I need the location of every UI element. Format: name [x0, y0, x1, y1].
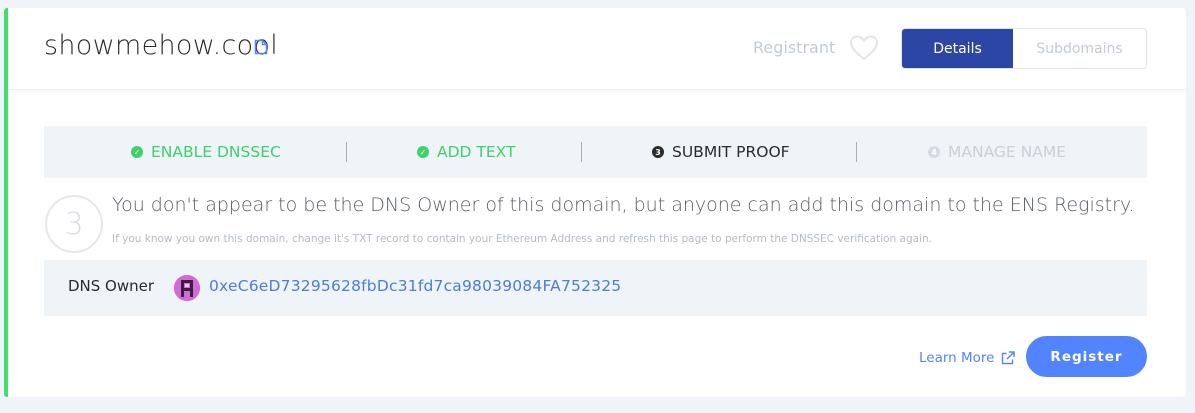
check-icon: ✓	[417, 146, 429, 158]
external-link-icon	[1001, 351, 1015, 365]
check-icon: ✓	[131, 146, 143, 158]
learn-more-label: Learn More	[919, 350, 995, 366]
copy-icon[interactable]	[254, 39, 268, 55]
step-label: MANAGE NAME	[948, 143, 1066, 161]
address-avatar-icon	[174, 275, 200, 301]
step-number-circle: 3	[45, 195, 103, 253]
tab-details[interactable]: Details	[902, 29, 1013, 68]
step-number-icon: 3	[652, 146, 664, 158]
registrant-label: Registrant	[753, 38, 836, 57]
register-button[interactable]: Register	[1026, 336, 1147, 377]
favourite-heart-icon[interactable]	[850, 35, 878, 61]
step-divider	[856, 142, 857, 162]
step-enable-dnssec: ✓ ENABLE DNSSEC	[131, 126, 281, 178]
step-divider	[581, 142, 582, 162]
dnssec-steps: ✓ ENABLE DNSSEC ✓ ADD TEXT 3 SUBMIT PROO…	[44, 126, 1147, 178]
view-toggle: Details Subdomains	[901, 28, 1147, 69]
proof-message: You don't appear to be the DNS Owner of …	[112, 194, 1135, 216]
name-details-card: showmehow.cool Registrant Details Subdom…	[4, 8, 1186, 397]
step-submit-proof: 3 SUBMIT PROOF	[652, 126, 790, 178]
dns-owner-address-link[interactable]: 0xeC6eD73295628fbDc31fd7ca98039084FA7523…	[209, 277, 621, 295]
step-manage-name: 4 MANAGE NAME	[928, 126, 1066, 178]
domain-title: showmehow.cool	[44, 30, 279, 61]
step-number-icon: 4	[928, 146, 940, 158]
step-label: SUBMIT PROOF	[672, 143, 790, 161]
proof-help-text: If you know you own this domain, change …	[112, 233, 932, 245]
step-label: ENABLE DNSSEC	[151, 143, 281, 161]
dns-owner-row: DNS Owner 0xeC6eD73295628fbDc31fd7ca9803…	[44, 260, 1147, 316]
step-divider	[346, 142, 347, 162]
learn-more-link[interactable]: Learn More	[919, 350, 1016, 366]
tab-subdomains[interactable]: Subdomains	[1013, 29, 1146, 68]
step-label: ADD TEXT	[437, 143, 516, 161]
dns-owner-label: DNS Owner	[68, 277, 155, 295]
step-add-text: ✓ ADD TEXT	[417, 126, 515, 178]
name-header: showmehow.cool Registrant Details Subdom…	[8, 8, 1186, 90]
